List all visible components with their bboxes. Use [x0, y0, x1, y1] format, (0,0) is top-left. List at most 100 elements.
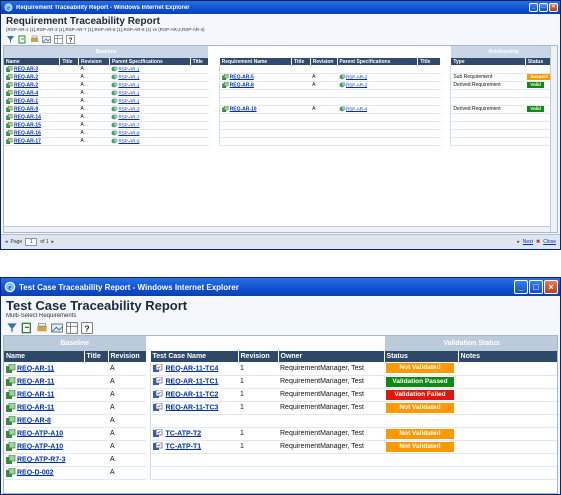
requirement-link[interactable]: REQ-ATP-A10 [17, 430, 63, 437]
image-icon[interactable] [51, 322, 63, 334]
filter-icon[interactable] [6, 35, 15, 44]
col-revision[interactable]: Revision [108, 351, 147, 362]
revision-cell: A [108, 414, 146, 428]
minimize-icon[interactable]: _ [529, 3, 538, 12]
maximize-icon[interactable]: □ [529, 280, 543, 294]
vertical-scrollbar[interactable] [550, 46, 557, 232]
requirement-link[interactable]: REQ-ATP-A10 [17, 443, 63, 450]
filter-icon[interactable] [6, 322, 18, 334]
related-requirement-link[interactable]: REQ-AR-8 [230, 82, 254, 88]
grid-icon[interactable] [66, 322, 78, 334]
col-requirement-name[interactable]: Requirement Name [219, 58, 293, 65]
parent-spec-link[interactable]: RSP-AR-7 [118, 122, 139, 127]
status-badge: Not Validated [386, 441, 455, 452]
requirement-link[interactable]: REQ-AR-8 [17, 417, 51, 424]
relationship-type-cell: Sub Requirement [450, 73, 526, 82]
col-parent-specs[interactable]: Parent Specifications [109, 58, 191, 65]
close-icon[interactable]: × [544, 280, 558, 294]
related-parent-spec-link[interactable]: RSP-AR-2 [346, 82, 367, 87]
minimize-icon[interactable]: _ [514, 280, 528, 294]
col-title-3[interactable]: Title [291, 58, 311, 65]
page-select[interactable]: 1 [25, 238, 38, 246]
test-case-link[interactable]: REQ-AR-11-TC4 [166, 365, 219, 372]
parent-spec-link[interactable]: RSP-AR-1 [118, 74, 139, 79]
related-requirement-link[interactable]: REQ-AR-10 [230, 106, 257, 112]
requirement-link[interactable]: REQ-AR-11 [17, 365, 54, 372]
related-parent-spec-link[interactable]: RSP-AR-4 [346, 106, 367, 111]
print-icon[interactable] [30, 35, 39, 44]
requirement-link[interactable]: REQ-AR-4 [14, 90, 38, 96]
parent-spec-link[interactable]: RSP-AR-1 [118, 90, 139, 95]
image-icon[interactable] [42, 35, 51, 44]
test-case-link[interactable]: REQ-AR-11-TC2 [166, 391, 219, 398]
col-title[interactable]: Title [84, 351, 109, 362]
parent-spec-link[interactable]: RSP-AR-9 [118, 138, 139, 143]
print-icon[interactable] [36, 322, 48, 334]
col-title[interactable]: Title [59, 58, 79, 65]
col-name[interactable]: Name [4, 58, 61, 65]
requirement-link[interactable]: REQ-AR-1 [14, 98, 38, 104]
parent-spec-link[interactable]: RSP-AR-1 [118, 82, 139, 87]
requirement-link[interactable]: REQ-AR-11 [17, 404, 54, 411]
help-icon[interactable]: ? [66, 35, 75, 44]
requirement-link[interactable]: REQ-AR-3 [14, 66, 38, 72]
grid-icon[interactable] [54, 35, 63, 44]
requirement-link[interactable]: REQ-D-002 [17, 469, 54, 476]
horizontal-scrollbar[interactable] [4, 226, 550, 232]
col-name[interactable]: Name [4, 351, 85, 362]
parent-spec-link[interactable]: RSP-AR-7 [118, 114, 139, 119]
validation-status-cell: Not Validated [384, 401, 459, 415]
parent-spec-link[interactable]: RSP-AR-1 [118, 98, 139, 103]
window-titlebar[interactable]: e Test Case Traceability Report - Window… [1, 278, 560, 296]
col-revision-2[interactable]: Revision [310, 58, 338, 65]
test-case-link[interactable]: REQ-AR-11-TC3 [166, 404, 219, 411]
parent-spec-cell: RSP-AR-1 [109, 81, 191, 90]
test-case-link[interactable]: REQ-AR-11-TC1 [166, 378, 219, 385]
requirement-link[interactable]: REQ-AR-15 [14, 122, 41, 128]
parent-spec-link[interactable]: RSP-AR-1 [118, 66, 139, 71]
requirement-link[interactable]: REQ-AR-11 [17, 378, 54, 385]
col-owner[interactable]: Owner [278, 351, 385, 362]
help-icon[interactable]: ? [81, 322, 93, 334]
title-cell [84, 362, 108, 376]
requirement-link[interactable]: REQ-ATP-R7-3 [17, 456, 65, 463]
requirement-link[interactable]: REQ-AR-2 [14, 82, 38, 88]
col-tc-revision[interactable]: Revision [238, 351, 279, 362]
col-title-2[interactable]: Title [190, 58, 210, 65]
col-revision[interactable]: Revision [78, 58, 110, 65]
requirement-icon [221, 81, 229, 88]
close-icon[interactable]: × [549, 3, 558, 12]
revision-cell: A [78, 97, 110, 106]
export-icon[interactable] [18, 35, 27, 44]
col-status[interactable]: Status [384, 351, 459, 362]
close-link[interactable]: Close [543, 239, 556, 245]
export-icon[interactable] [21, 322, 33, 334]
requirement-link[interactable]: REQ-AR-16 [14, 130, 41, 136]
col-notes[interactable]: Notes [458, 351, 557, 362]
next-link[interactable]: Next [523, 239, 533, 245]
first-page-icon[interactable]: ◂ [5, 239, 8, 245]
requirement-link[interactable]: REQ-AR-2 [14, 74, 38, 80]
title-cell [417, 137, 441, 146]
requirement-link[interactable]: REQ-AR-11 [17, 391, 54, 398]
requirement-link[interactable]: REQ-AR-17 [14, 138, 41, 144]
related-requirement-link[interactable]: REQ-AR-5 [230, 74, 254, 80]
parent-spec-link[interactable]: RSP-AR-8 [118, 130, 139, 135]
maximize-icon[interactable]: □ [539, 3, 548, 12]
relationship-type-cell [450, 129, 526, 138]
test-case-link[interactable]: TC-ATP-T2 [166, 430, 202, 437]
col-type[interactable]: Type [450, 58, 526, 65]
requirement-link[interactable]: REQ-AR-9 [14, 106, 38, 112]
test-case-link[interactable]: TC-ATP-T1 [166, 443, 202, 450]
col-title-4[interactable]: Title [417, 58, 442, 65]
related-parent-spec-link[interactable]: RSP-AR-2 [346, 74, 367, 79]
next-page-arrow-icon[interactable]: ▸ [52, 239, 55, 245]
col-parent-specs-2[interactable]: Parent Specifications [337, 58, 419, 65]
gap-cell [440, 73, 451, 81]
requirement-grid: Baseline Relationship Name Title Revisio… [3, 45, 558, 233]
col-test-case-name[interactable]: Test Case Name [150, 351, 239, 362]
parent-spec-link[interactable]: RSP-AR-3 [118, 106, 139, 111]
window-titlebar[interactable]: e Requirement Traceability Report - Wind… [1, 1, 560, 14]
requirement-link[interactable]: REQ-AR-14 [14, 114, 41, 120]
owner-cell [278, 466, 385, 480]
